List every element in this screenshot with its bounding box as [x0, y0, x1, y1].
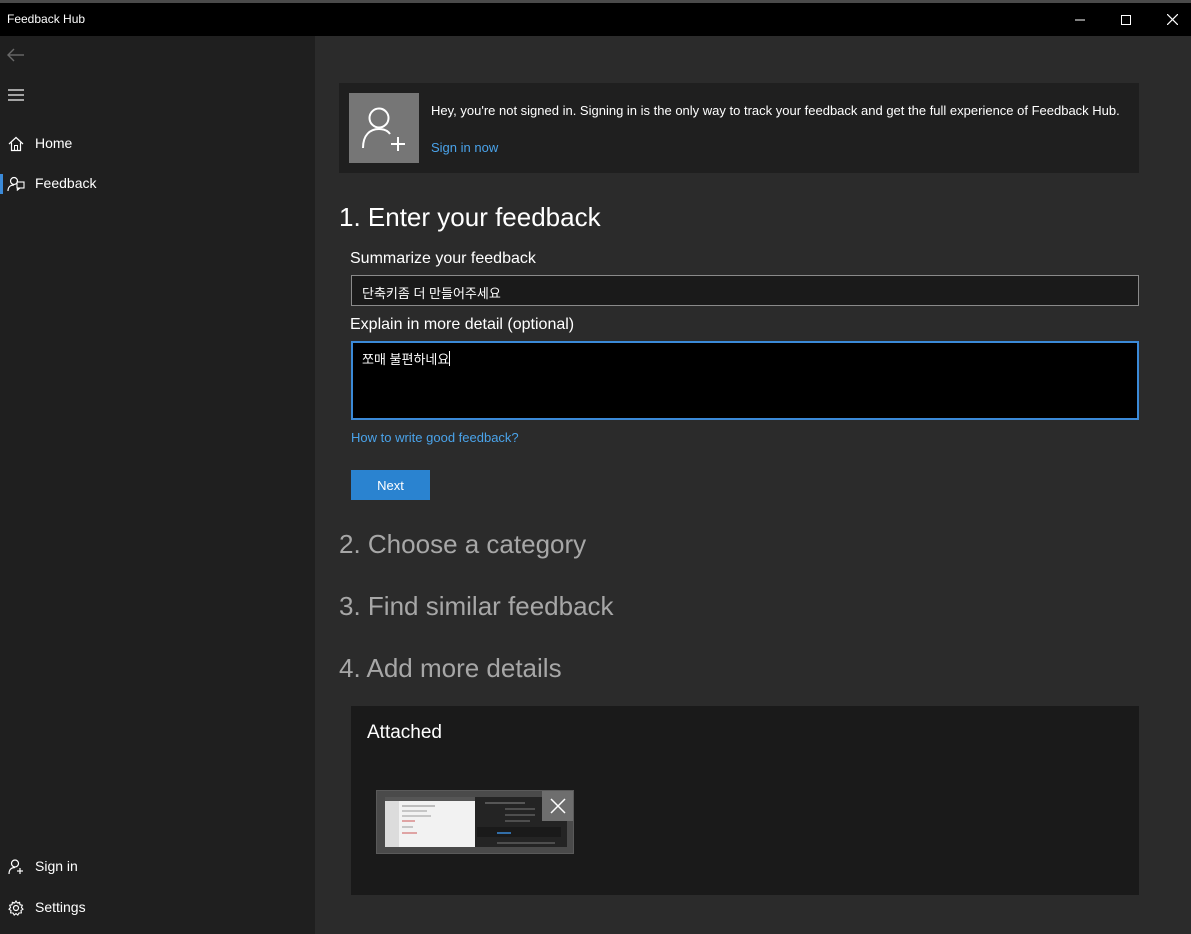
attached-panel: Attached	[351, 706, 1139, 895]
sidebar-item-label: Feedback	[35, 175, 97, 191]
sidebar-item-home[interactable]: Home	[0, 124, 315, 164]
hamburger-icon	[8, 89, 24, 101]
avatar	[349, 93, 419, 163]
step-3-heading[interactable]: 3. Find similar feedback	[339, 591, 614, 622]
hamburger-menu-button[interactable]	[6, 85, 26, 105]
text-caret	[449, 351, 451, 366]
maximize-icon	[1121, 14, 1131, 25]
close-icon	[1166, 14, 1178, 25]
remove-attachment-button[interactable]	[542, 791, 573, 821]
minimize-button[interactable]	[1057, 3, 1103, 36]
close-button[interactable]	[1149, 3, 1191, 36]
sidebar-item-sign-in[interactable]: Sign in	[0, 847, 315, 887]
sidebar-item-label: Settings	[35, 899, 86, 915]
screenshot-preview	[385, 797, 567, 847]
sidebar-item-label: Sign in	[35, 858, 78, 874]
help-link[interactable]: How to write good feedback?	[351, 430, 519, 445]
step-2-heading[interactable]: 2. Choose a category	[339, 529, 586, 560]
feedback-hub-window: Feedback Hub Home Feedback Sign in Setti…	[0, 0, 1191, 934]
title-bar: Feedback Hub	[0, 0, 1191, 36]
back-arrow-icon	[7, 48, 24, 62]
feedback-icon	[6, 174, 26, 194]
sign-in-banner: Hey, you're not signed in. Signing in is…	[339, 83, 1139, 173]
attached-heading: Attached	[367, 722, 442, 743]
summary-value: 단축키좀 더 만들어주세요	[362, 286, 501, 301]
detail-textarea[interactable]: 쪼매 불편하네요	[351, 341, 1139, 420]
sidebar: Home Feedback Sign in Settings	[0, 36, 315, 934]
sign-in-link[interactable]: Sign in now	[431, 140, 498, 155]
summary-label: Summarize your feedback	[350, 250, 536, 267]
maximize-button[interactable]	[1103, 3, 1149, 36]
person-add-icon	[6, 857, 26, 877]
step-4-heading[interactable]: 4. Add more details	[339, 653, 562, 684]
main-content: Hey, you're not signed in. Signing in is…	[315, 36, 1191, 934]
back-button[interactable]	[6, 45, 26, 65]
close-icon	[549, 798, 566, 814]
sidebar-item-settings[interactable]: Settings	[0, 888, 315, 928]
selection-indicator	[0, 174, 3, 194]
minimize-icon	[1075, 19, 1085, 20]
step-1-heading[interactable]: 1. Enter your feedback	[339, 202, 601, 233]
person-add-icon	[362, 107, 405, 151]
detail-value: 쪼매 불편하네요	[362, 352, 450, 367]
gear-icon	[6, 898, 26, 918]
attachment-thumbnail[interactable]	[376, 790, 574, 854]
sidebar-item-label: Home	[35, 135, 73, 151]
next-button[interactable]: Next	[351, 470, 430, 500]
home-icon	[6, 134, 26, 154]
detail-label: Explain in more detail (optional)	[350, 316, 575, 333]
sidebar-item-feedback[interactable]: Feedback	[0, 164, 315, 204]
summary-input[interactable]: 단축키좀 더 만들어주세요	[351, 275, 1139, 306]
window-title: Feedback Hub	[7, 12, 86, 26]
sign-in-message: Hey, you're not signed in. Signing in is…	[431, 103, 1120, 118]
